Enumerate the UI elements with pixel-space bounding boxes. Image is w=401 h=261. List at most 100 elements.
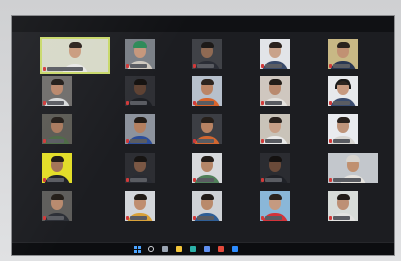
participant-video-tile[interactable]: [192, 76, 222, 106]
muted-mic-icon: [193, 216, 196, 220]
hair: [133, 117, 147, 123]
hair: [268, 194, 282, 200]
muted-mic-icon: [43, 178, 46, 182]
muted-mic-icon: [261, 101, 264, 105]
search-icon[interactable]: [148, 246, 154, 252]
participant-video-tile[interactable]: [125, 114, 155, 144]
participant-name-label: [197, 216, 214, 220]
muted-mic-icon: [261, 216, 264, 220]
windows-taskbar: [12, 242, 394, 255]
participant-video-tile[interactable]: [260, 191, 290, 221]
participant-video-tile[interactable]: [328, 114, 358, 144]
start-icon-square: [138, 250, 141, 253]
participant-video-tile[interactable]: [192, 191, 222, 221]
participant-name-label: [333, 139, 350, 143]
participant-video-tile[interactable]: [328, 76, 358, 106]
participant-video-tile[interactable]: [125, 76, 155, 106]
hair: [268, 156, 282, 162]
participant-video-tile[interactable]: [260, 76, 290, 106]
gallery-view-grid: [12, 16, 394, 255]
participant-name-label: [197, 64, 214, 68]
start-icon-square: [134, 246, 137, 249]
participant-video-tile[interactable]: [125, 191, 155, 221]
participant-name-label: [130, 139, 147, 143]
participant-video-tile[interactable]: [125, 153, 155, 183]
chrome-icon[interactable]: [218, 246, 224, 252]
participant-video-tile[interactable]: [42, 39, 108, 72]
participant-video-tile[interactable]: [328, 39, 358, 69]
muted-mic-icon: [126, 64, 129, 68]
participant-name-label: [265, 64, 282, 68]
participant-video-tile[interactable]: [42, 76, 72, 106]
muted-mic-icon: [126, 101, 129, 105]
participant-name-label: [333, 216, 350, 220]
muted-mic-icon: [261, 178, 264, 182]
participant-name-label: [47, 178, 64, 182]
hair: [200, 42, 214, 48]
muted-mic-icon: [126, 216, 129, 220]
hair: [200, 79, 214, 85]
muted-mic-icon: [329, 64, 332, 68]
task-view-icon[interactable]: [162, 246, 168, 252]
participant-video-tile[interactable]: [192, 114, 222, 144]
muted-mic-icon: [43, 139, 46, 143]
participant-video-tile[interactable]: [42, 191, 72, 221]
muted-mic-icon: [126, 178, 129, 182]
participant-name-label: [197, 101, 214, 105]
participant-name-label: [265, 216, 282, 220]
participant-name-label: [265, 139, 282, 143]
video-meeting-window: [12, 16, 394, 255]
store-icon[interactable]: [204, 246, 210, 252]
hair: [200, 117, 214, 123]
hair: [133, 194, 147, 200]
monitor-frame: [0, 0, 401, 261]
participant-name-label: [130, 64, 147, 68]
zoom-icon[interactable]: [232, 246, 238, 252]
participant-name-label: [130, 216, 147, 220]
start-icon-square: [134, 250, 137, 253]
hair: [200, 194, 214, 200]
participant-video-tile[interactable]: [260, 153, 290, 183]
participant-video-tile[interactable]: [260, 39, 290, 69]
muted-mic-icon: [261, 139, 264, 143]
muted-mic-icon: [193, 178, 196, 182]
participant-name-label: [130, 178, 147, 182]
participant-video-tile[interactable]: [125, 39, 155, 69]
cap: [346, 155, 360, 162]
participant-name-label: [197, 178, 214, 182]
hair: [336, 194, 350, 200]
muted-mic-icon: [329, 101, 332, 105]
edge-icon[interactable]: [190, 246, 196, 252]
muted-mic-icon: [193, 139, 196, 143]
start-icon[interactable]: [134, 246, 141, 253]
participant-video-tile[interactable]: [192, 153, 222, 183]
participant-name-label: [47, 139, 64, 143]
participant-video-tile[interactable]: [42, 153, 72, 183]
participant-video-tile[interactable]: [42, 114, 72, 144]
participant-video-tile[interactable]: [192, 39, 222, 69]
muted-mic-icon: [43, 216, 46, 220]
hair: [200, 156, 214, 162]
participant-name-label: [333, 178, 361, 182]
muted-mic-icon: [329, 216, 332, 220]
muted-mic-icon: [193, 64, 196, 68]
participant-name-label: [265, 101, 282, 105]
participant-video-tile[interactable]: [260, 114, 290, 144]
file-explorer-icon[interactable]: [176, 246, 182, 252]
start-icon-square: [138, 246, 141, 249]
muted-mic-icon: [43, 67, 46, 71]
participant-name-label: [265, 178, 282, 182]
hair: [50, 194, 64, 200]
hair: [50, 79, 64, 85]
cap: [133, 41, 147, 48]
muted-mic-icon: [329, 139, 332, 143]
muted-mic-icon: [126, 139, 129, 143]
participant-video-tile[interactable]: [328, 153, 378, 183]
hair: [68, 42, 82, 48]
hair: [268, 42, 282, 48]
hair: [336, 117, 350, 123]
participant-video-tile[interactable]: [328, 191, 358, 221]
participant-name-label: [197, 139, 214, 143]
hair: [50, 156, 64, 162]
participant-name-label: [47, 67, 83, 71]
